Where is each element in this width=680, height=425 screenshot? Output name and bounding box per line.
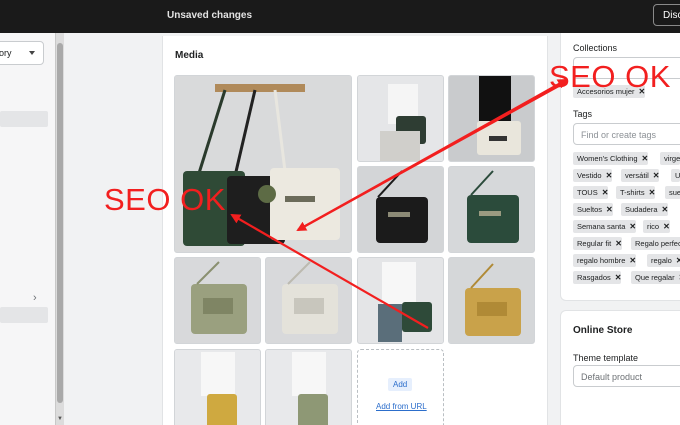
tag-chip: Regular fit ✕ xyxy=(573,237,622,250)
tag-chip-label: Rasgados xyxy=(577,273,611,282)
seo-ok-annotation-left: SEO OK xyxy=(104,182,226,217)
tag-chip-label: regalo xyxy=(651,256,672,265)
tag-chip-label: TOUS xyxy=(577,188,598,197)
tag-chip: Que regalar✕ xyxy=(631,271,680,284)
tag-chip: regalo ✕ xyxy=(647,254,680,267)
tag-chip-label: U xyxy=(675,171,680,180)
seo-ok-annotation-top: SEO OK xyxy=(549,59,671,94)
x-icon[interactable]: ✕ xyxy=(606,171,613,180)
x-icon[interactable]: ✕ xyxy=(663,222,670,231)
tag-chip-label: regalo hombre xyxy=(577,256,626,265)
product-image-3[interactable] xyxy=(448,75,535,162)
x-icon[interactable]: ✕ xyxy=(653,171,660,180)
tags-label: Tags xyxy=(573,109,593,119)
tag-chip: TOUS ✕ xyxy=(573,186,609,199)
discard-button[interactable]: Disc xyxy=(653,4,680,26)
tag-chip-label: rico xyxy=(647,222,660,231)
online-store-title: Online Store xyxy=(573,325,633,336)
left-sidebar: ory › xyxy=(0,33,55,425)
tag-chip-label: Sueltos xyxy=(577,205,603,214)
x-icon[interactable]: ✕ xyxy=(615,273,622,282)
tag-chip-label: Semana santa xyxy=(577,222,626,231)
theme-template-select[interactable]: Default product xyxy=(573,365,680,387)
tag-chip-label: sue xyxy=(669,188,680,197)
x-icon[interactable]: ✕ xyxy=(629,256,636,265)
caret-down-icon xyxy=(29,51,35,55)
tag-chip-label: Vestido xyxy=(577,171,602,180)
scrollbar-thumb[interactable] xyxy=(57,43,63,403)
tag-chip: regalo hombre ✕ xyxy=(573,254,637,267)
tag-chip-label: Sudadera xyxy=(625,205,658,214)
chevron-right-icon[interactable]: › xyxy=(33,292,37,304)
tag-chip-label: T-shirts xyxy=(620,188,645,197)
x-icon[interactable]: ✕ xyxy=(649,188,656,197)
product-image-9[interactable] xyxy=(448,257,535,344)
tag-chip-label: virge xyxy=(664,154,680,163)
theme-template-label: Theme template xyxy=(573,353,639,363)
add-media-dropzone[interactable]: Add Add from URL xyxy=(357,349,444,425)
product-image-4[interactable] xyxy=(357,166,444,253)
sidebar-selected-row[interactable] xyxy=(0,111,48,127)
top-bar: Unsaved changes Disc xyxy=(0,0,680,33)
tag-chip-label: versátil xyxy=(625,171,649,180)
tag-chip: T-shirts ✕ xyxy=(616,186,656,199)
tag-chip: Sudadera ✕ xyxy=(621,203,669,216)
tag-chip-label: Regular fit xyxy=(577,239,612,248)
scrollbar[interactable]: ▼ xyxy=(55,33,64,425)
add-from-url-link[interactable]: Add from URL xyxy=(376,402,427,411)
tag-chip: sue xyxy=(665,186,680,199)
tag-chip: Sueltos ✕ xyxy=(573,203,613,216)
tag-chip: Women's Clothing ✕ xyxy=(573,152,649,165)
category-select[interactable]: ory xyxy=(0,41,44,65)
product-image-main[interactable] xyxy=(174,75,352,253)
unsaved-changes-title: Unsaved changes xyxy=(167,10,253,21)
x-icon[interactable]: ✕ xyxy=(629,222,636,231)
x-icon[interactable]: ✕ xyxy=(606,205,613,214)
collections-label: Collections xyxy=(573,43,618,53)
tags-input[interactable]: Find or create tags xyxy=(573,123,680,145)
product-image-7[interactable] xyxy=(265,257,352,344)
product-image-6[interactable] xyxy=(174,257,261,344)
tags-input-placeholder: Find or create tags xyxy=(581,130,657,140)
x-icon[interactable]: ✕ xyxy=(662,205,669,214)
scroll-down-arrow-icon[interactable]: ▼ xyxy=(57,416,63,422)
theme-template-value: Default product xyxy=(581,372,643,382)
tag-chip-label: Regalo perfec xyxy=(635,239,680,248)
tag-chip: Vestido ✕ xyxy=(573,169,613,182)
product-image-8[interactable] xyxy=(357,257,444,344)
x-icon[interactable]: ✕ xyxy=(615,239,622,248)
add-media-button[interactable]: Add xyxy=(388,378,413,391)
tag-chip-label: Women's Clothing xyxy=(577,154,638,163)
online-store-card: Online Store Theme template Default prod… xyxy=(560,310,680,425)
tag-chip: Semana santa ✕ xyxy=(573,220,637,233)
product-image-2[interactable] xyxy=(357,75,444,162)
x-icon[interactable]: ✕ xyxy=(676,256,680,265)
sidebar-highlight-row[interactable] xyxy=(0,307,48,323)
x-icon[interactable]: ✕ xyxy=(642,154,649,163)
tag-chip: virge xyxy=(660,152,680,165)
tag-chip: U xyxy=(671,169,680,182)
tag-chip: Rasgados ✕ xyxy=(573,271,622,284)
category-select-value: ory xyxy=(0,48,12,58)
product-image-5[interactable] xyxy=(448,166,535,253)
product-image-10[interactable] xyxy=(174,349,261,425)
tag-chip: Regalo perfec xyxy=(631,237,680,250)
tag-chip: versátil ✕ xyxy=(621,169,660,182)
tag-chip-label: Que regalar xyxy=(635,273,675,282)
tag-chip: rico ✕ xyxy=(643,220,670,233)
media-title: Media xyxy=(175,50,204,61)
product-image-11[interactable] xyxy=(265,349,352,425)
x-icon[interactable]: ✕ xyxy=(602,188,609,197)
